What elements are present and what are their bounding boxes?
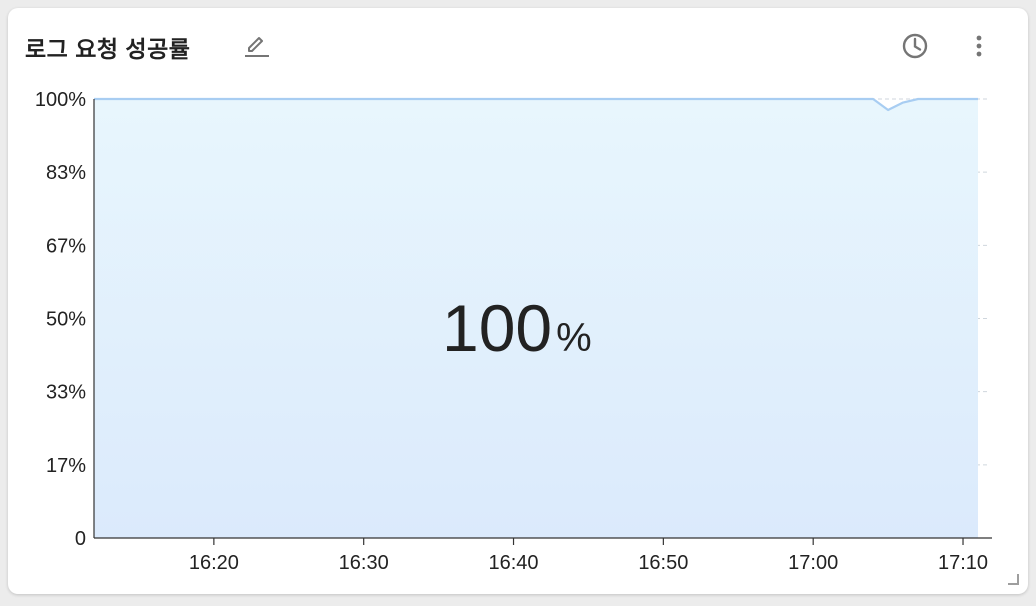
y-tick-label: 0	[75, 528, 86, 550]
x-tick-label: 16:40	[488, 552, 538, 574]
y-tick-label: 100%	[35, 89, 86, 111]
y-tick-label: 50%	[46, 309, 86, 331]
y-tick-label: 67%	[46, 235, 86, 257]
resize-corner-icon[interactable]	[1006, 572, 1020, 586]
y-tick-label: 17%	[46, 455, 86, 477]
success-rate-chart: 0 17% 33% 50% 67% 83% 100% 16:20 16:30 16:40 16:5…	[35, 89, 992, 574]
big-value-number: 100	[442, 291, 552, 365]
x-tick-label: 16:20	[189, 552, 239, 574]
widget-card: 로그 요청 성공률 0 17% 33% 50% 67% 83% 100% 16:…	[8, 8, 1028, 594]
y-axis-ticks: 0 17% 33% 50% 67% 83% 100%	[35, 89, 86, 550]
x-tick-label: 16:30	[339, 552, 389, 574]
x-tick-label: 17:00	[788, 552, 838, 574]
x-tick-label: 16:50	[638, 552, 688, 574]
y-tick-label: 33%	[46, 382, 86, 404]
x-tick-label: 17:10	[938, 552, 988, 574]
y-tick-label: 83%	[46, 162, 86, 184]
x-axis-ticks: 16:20 16:30 16:40 16:50 17:00 17:10	[189, 538, 988, 574]
big-value-unit: %	[556, 316, 592, 360]
